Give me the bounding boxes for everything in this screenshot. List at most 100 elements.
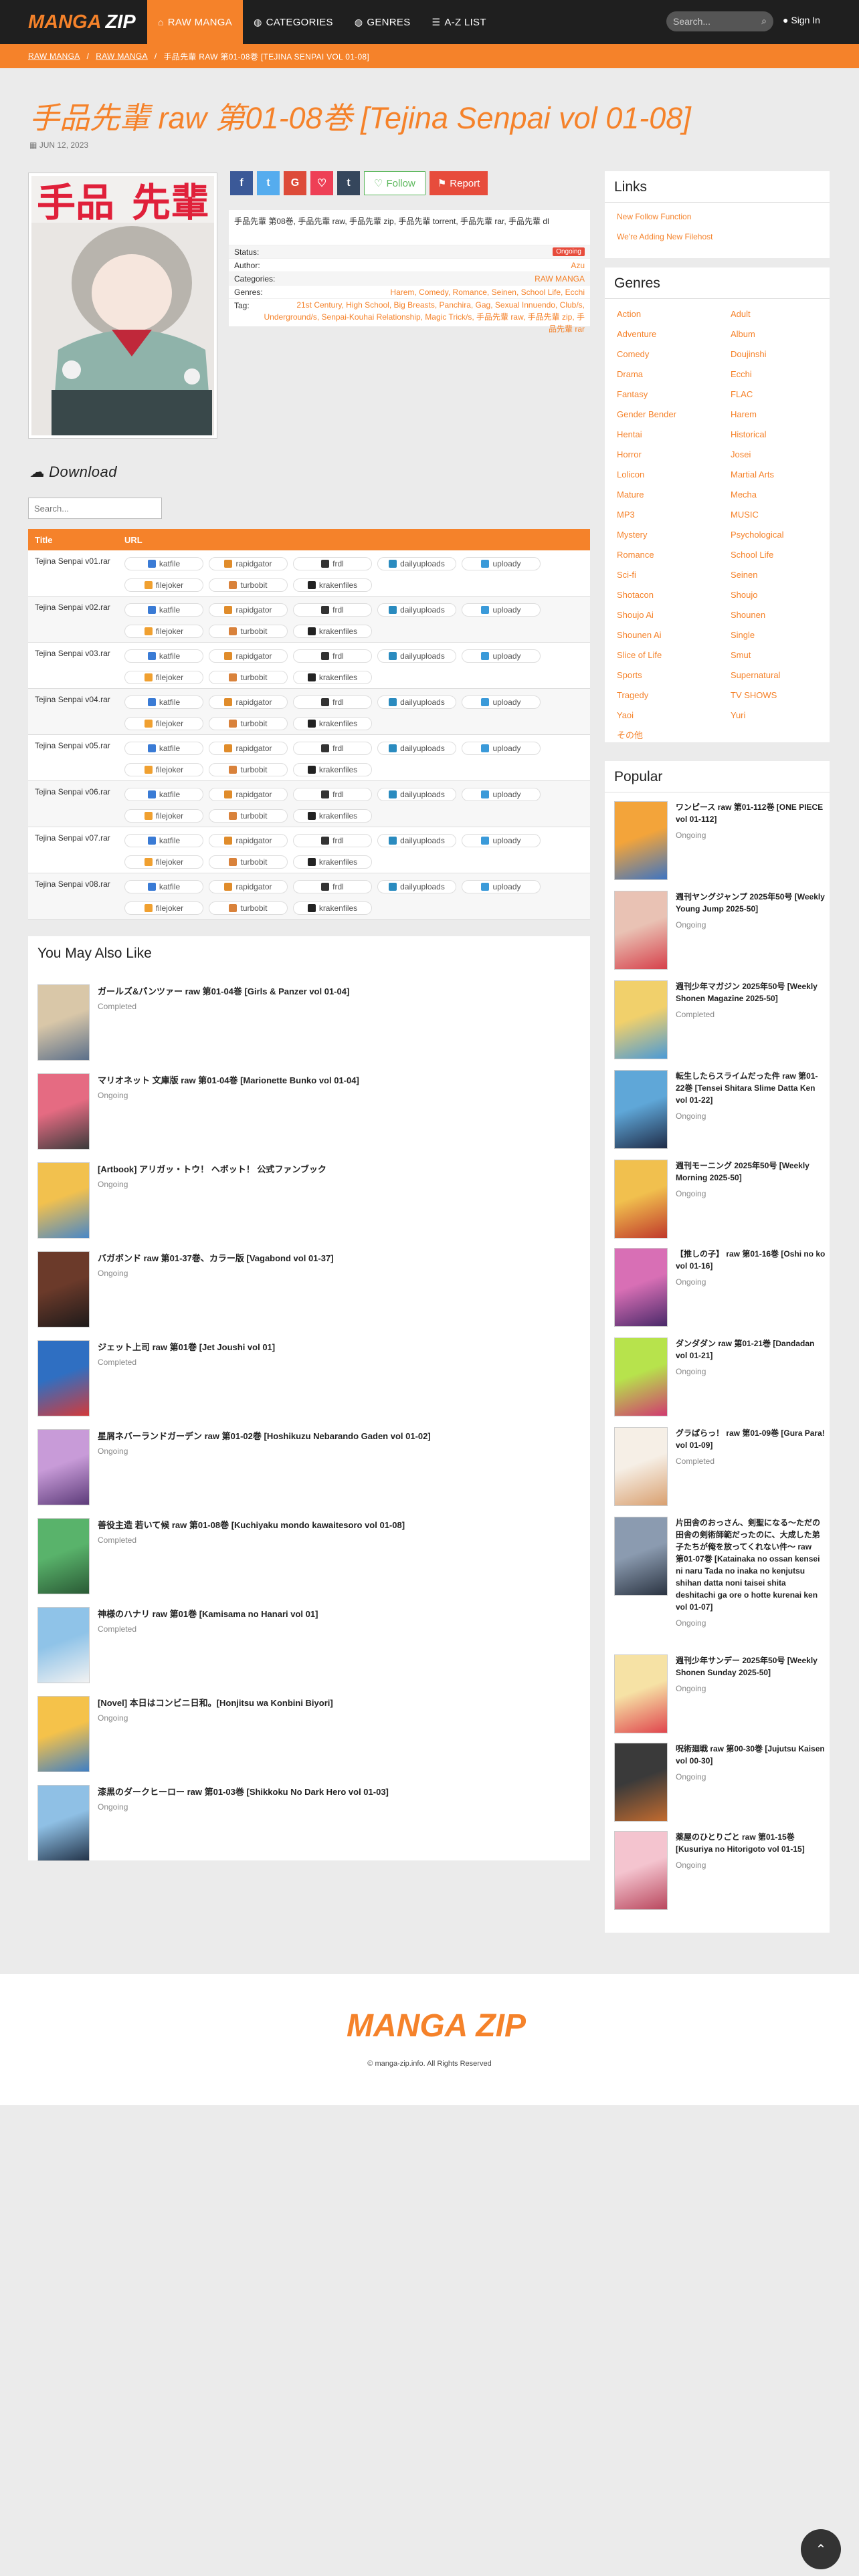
back-to-top-button[interactable]: ⌃	[801, 2529, 841, 2569]
related-thumbnail[interactable]	[37, 1073, 90, 1150]
host-link-frdl[interactable]: frdl	[293, 880, 372, 893]
author-link[interactable]: Azu	[571, 261, 585, 270]
popular-thumbnail[interactable]	[614, 1070, 668, 1149]
host-link-filejoker[interactable]: filejoker	[124, 578, 203, 592]
related-title[interactable]: [Novel] 本日はコンビニ日和。[Honjitsu wa Konbini B…	[98, 1696, 566, 1709]
sign-in-link[interactable]: ● Sign In	[783, 15, 820, 25]
related-title[interactable]: 神様のハナリ raw 第01巻 [Kamisama no Hanari vol …	[98, 1607, 566, 1620]
host-link-krakenfiles[interactable]: krakenfiles	[293, 809, 372, 823]
footer-logo[interactable]: MANGA ZIP	[347, 2008, 526, 2044]
host-link-katfile[interactable]: katfile	[124, 788, 203, 801]
host-link-krakenfiles[interactable]: krakenfiles	[293, 762, 372, 776]
host-link-filejoker[interactable]: filejoker	[124, 670, 203, 684]
genre-link[interactable]: Romance	[617, 545, 731, 565]
genre-link[interactable]: Sci-fi	[617, 565, 731, 585]
host-link-katfile[interactable]: katfile	[124, 557, 203, 570]
tag-links[interactable]: 21st Century, High School, Big Breasts, …	[261, 299, 585, 335]
genre-link[interactable]: Shounen Ai	[617, 625, 731, 645]
genre-link[interactable]: Hentai	[617, 425, 731, 445]
host-link-rapidgator[interactable]: rapidgator	[209, 788, 288, 801]
popular-title[interactable]: ダンダダン raw 第01-21巻 [Dandadan vol 01-21]	[676, 1337, 826, 1362]
related-title[interactable]: 善役主造 若いて候 raw 第01-08巻 [Kuchiyaku mondo k…	[98, 1518, 566, 1531]
host-link-uploady[interactable]: uploady	[462, 603, 541, 617]
related-title[interactable]: バガボンド raw 第01-37巻、カラー版 [Vagabond vol 01-…	[98, 1251, 566, 1264]
related-title[interactable]: マリオネット 文庫版 raw 第01-04巻 [Marionette Bunko…	[98, 1073, 566, 1086]
host-link-katfile[interactable]: katfile	[124, 695, 203, 709]
host-link-dailyuploads[interactable]: dailyuploads	[377, 880, 456, 893]
menu-item-genres[interactable]: ◍ GENRES	[344, 0, 421, 44]
related-item[interactable]: [Novel] 本日はコンビニ日和。[Honjitsu wa Konbini B…	[37, 1696, 573, 1783]
genre-link[interactable]: Sports	[617, 665, 731, 685]
host-link-uploady[interactable]: uploady	[462, 788, 541, 801]
related-item[interactable]: バガボンド raw 第01-37巻、カラー版 [Vagabond vol 01-…	[37, 1251, 573, 1338]
host-link-dailyuploads[interactable]: dailyuploads	[377, 557, 456, 570]
host-link-dailyuploads[interactable]: dailyuploads	[377, 649, 456, 663]
host-link-katfile[interactable]: katfile	[124, 880, 203, 893]
related-item[interactable]: 漆黒のダークヒーロー raw 第01-03巻 [Shikkoku No Dark…	[37, 1785, 573, 1872]
genre-link[interactable]: Historical	[731, 425, 831, 445]
genre-link[interactable]: Drama	[617, 364, 731, 385]
popular-title[interactable]: 週刊モーニング 2025年50号 [Weekly Morning 2025-50…	[676, 1160, 826, 1184]
related-thumbnail[interactable]	[37, 1518, 90, 1594]
genre-link[interactable]: Psychological	[731, 525, 831, 545]
genre-link[interactable]: Josei	[731, 445, 831, 465]
host-link-rapidgator[interactable]: rapidgator	[209, 557, 288, 570]
related-thumbnail[interactable]	[37, 1696, 90, 1772]
host-link-turbobit[interactable]: turbobit	[209, 716, 288, 730]
host-link-dailyuploads[interactable]: dailyuploads	[377, 742, 456, 755]
popular-title[interactable]: 転生したらスライムだった件 raw 第01-22巻 [Tensei Shitar…	[676, 1070, 826, 1106]
genre-link[interactable]: Comedy	[617, 344, 731, 364]
tumblr-share-button[interactable]: t	[337, 171, 360, 195]
popular-title[interactable]: 薬屋のひとりごと raw 第01-15巻 [Kusuriya no Hitori…	[676, 1831, 826, 1855]
popular-thumbnail[interactable]	[614, 1743, 668, 1822]
host-link-dailyuploads[interactable]: dailyuploads	[377, 834, 456, 847]
host-link-uploady[interactable]: uploady	[462, 880, 541, 893]
related-thumbnail[interactable]	[37, 1162, 90, 1239]
host-link-turbobit[interactable]: turbobit	[209, 762, 288, 776]
host-link-filejoker[interactable]: filejoker	[124, 716, 203, 730]
host-link-katfile[interactable]: katfile	[124, 603, 203, 617]
host-link-filejoker[interactable]: filejoker	[124, 624, 203, 638]
popular-title[interactable]: 【推しの子】 raw 第01-16巻 [Oshi no ko vol 01-16…	[676, 1248, 826, 1272]
category-link[interactable]: RAW MANGA	[535, 274, 585, 284]
host-link-krakenfiles[interactable]: krakenfiles	[293, 855, 372, 869]
follow-button[interactable]: ♡ Follow	[364, 171, 425, 195]
host-link-dailyuploads[interactable]: dailyuploads	[377, 695, 456, 709]
genre-link[interactable]: Slice of Life	[617, 645, 731, 665]
breadcrumb-link[interactable]: RAW MANGA	[96, 51, 148, 61]
genre-link[interactable]: TV SHOWS	[731, 685, 831, 706]
host-link-frdl[interactable]: frdl	[293, 742, 372, 755]
pocket-share-button[interactable]: ♡	[310, 171, 333, 195]
host-link-rapidgator[interactable]: rapidgator	[209, 742, 288, 755]
popular-title[interactable]: 週刊少年サンデー 2025年50号 [Weekly Shonen Sunday …	[676, 1654, 826, 1679]
popular-thumbnail[interactable]	[614, 1248, 668, 1327]
related-thumbnail[interactable]	[37, 1785, 90, 1861]
genre-link[interactable]: Shotacon	[617, 585, 731, 605]
related-item[interactable]: 星屑ネバーランドガーデン raw 第01-02巻 [Hoshikuzu Neba…	[37, 1429, 573, 1516]
host-link-uploady[interactable]: uploady	[462, 834, 541, 847]
related-title[interactable]: 星屑ネバーランドガーデン raw 第01-02巻 [Hoshikuzu Neba…	[98, 1429, 566, 1442]
related-thumbnail[interactable]	[37, 1251, 90, 1327]
genre-link[interactable]: Gender Bender	[617, 405, 731, 425]
host-link-frdl[interactable]: frdl	[293, 834, 372, 847]
genre-link[interactable]: Yuri	[731, 706, 831, 726]
genre-link[interactable]: Single	[731, 625, 831, 645]
related-title[interactable]: 漆黒のダークヒーロー raw 第01-03巻 [Shikkoku No Dark…	[98, 1785, 566, 1798]
popular-thumbnail[interactable]	[614, 1427, 668, 1506]
host-link-krakenfiles[interactable]: krakenfiles	[293, 716, 372, 730]
popular-title[interactable]: 週刊ヤングジャンプ 2025年50号 [Weekly Young Jump 20…	[676, 891, 826, 915]
host-link-turbobit[interactable]: turbobit	[209, 578, 288, 592]
host-link-katfile[interactable]: katfile	[124, 834, 203, 847]
popular-thumbnail[interactable]	[614, 1337, 668, 1416]
genre-link[interactable]: Yaoi	[617, 706, 731, 726]
host-link-turbobit[interactable]: turbobit	[209, 809, 288, 823]
host-link-krakenfiles[interactable]: krakenfiles	[293, 901, 372, 915]
menu-item-raw-manga[interactable]: ⌂ RAW MANGA	[147, 0, 244, 44]
genre-links[interactable]: Harem, Comedy, Romance, Seinen, School L…	[390, 288, 585, 297]
host-link-uploady[interactable]: uploady	[462, 557, 541, 570]
related-title[interactable]: [Artbook] アリガッ・トウ！ ヘボット！ 公式ファンブック	[98, 1162, 566, 1175]
popular-title[interactable]: 片田舎のおっさん、剣聖になる～ただの田舎の剣術師範だったのに、大成した弟子たちが…	[614, 1517, 822, 1613]
genre-link[interactable]: Seinen	[731, 565, 831, 585]
genre-link[interactable]: Doujinshi	[731, 344, 831, 364]
genre-link[interactable]: Adventure	[617, 324, 731, 344]
